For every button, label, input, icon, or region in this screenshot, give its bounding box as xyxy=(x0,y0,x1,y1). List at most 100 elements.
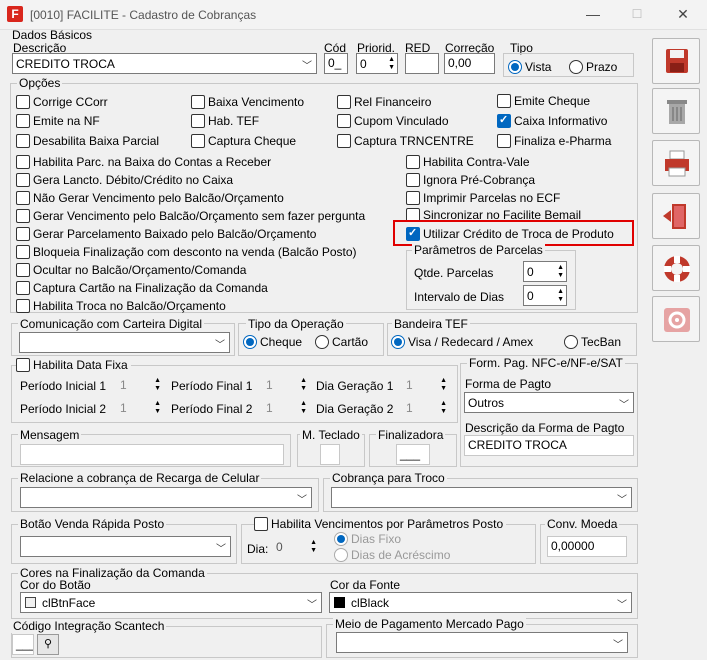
cupom-vinculado-checkbox[interactable]: Cupom Vinculado xyxy=(337,114,449,128)
imprimir-parcelas-ecf-checkbox[interactable]: Imprimir Parcelas no ECF xyxy=(406,191,560,205)
finalizadora-input[interactable]: ___ xyxy=(396,444,430,465)
dia-geracao-2-spinner[interactable]: 1 ▲ ▼ xyxy=(403,398,449,419)
corrige-ccorr-checkbox[interactable]: Corrige CCorr xyxy=(16,95,108,109)
finaliza-epharma-checkbox[interactable]: Finaliza e-Pharma xyxy=(497,134,611,148)
recarga-combo[interactable]: ﹀ xyxy=(20,487,312,508)
periodo-inicial-1-spinner[interactable]: 1 ▲ ▼ xyxy=(117,375,163,396)
captura-cartao-comanda-checkbox[interactable]: Captura Cartão na Finalização da Comanda xyxy=(16,281,268,295)
ignora-pre-cobranca-checkbox[interactable]: Ignora Pré-Cobrança xyxy=(406,173,535,187)
cheque-radio[interactable]: Cheque xyxy=(243,335,302,349)
emite-cheque-checkbox[interactable]: Emite Cheque xyxy=(497,94,590,108)
dias-acrescimo-radio[interactable]: Dias de Acréscimo xyxy=(334,548,450,562)
periodo-final-2-spinner[interactable]: 1 ▲ ▼ xyxy=(263,398,309,419)
habilita-vencimentos-checkbox[interactable]: Habilita Vencimentos por Parâmetros Post… xyxy=(254,517,507,531)
m-teclado-input[interactable] xyxy=(320,444,340,465)
binoculars-icon[interactable]: ⚲ xyxy=(37,634,59,655)
save-button[interactable] xyxy=(652,38,700,84)
dia-geracao-2-label: Dia Geração 2 xyxy=(316,402,394,416)
spin-up-icon[interactable]: ▲ xyxy=(388,56,395,64)
nao-gerar-vencimento-checkbox[interactable]: Não Gerar Vencimento pelo Balcão/Orçamen… xyxy=(16,191,284,205)
ocultar-balcao-checkbox[interactable]: Ocultar no Balcão/Orçamento/Comanda xyxy=(16,263,246,277)
gerar-parcelamento-baixado-checkbox[interactable]: Gerar Parcelamento Baixado pelo Balcão/O… xyxy=(16,227,316,241)
conv-moeda-input[interactable]: 0,00000 xyxy=(547,536,627,557)
descricao-combo[interactable]: CREDITO TROCA ﹀ xyxy=(12,53,317,74)
habilita-troca-checkbox[interactable]: Habilita Troca no Balcão/Orçamento xyxy=(16,299,226,313)
close-icon[interactable]: ✕ xyxy=(672,4,694,24)
gera-lancto-checkbox[interactable]: Gera Lancto. Débito/Crédito no Caixa xyxy=(16,173,233,187)
correcao-input[interactable]: 0,00 xyxy=(444,53,495,74)
cor-fonte-combo[interactable]: clBlack ﹀ xyxy=(329,592,632,613)
troco-combo[interactable]: ﹀ xyxy=(331,487,632,508)
tipo-vista-radio[interactable]: Vista xyxy=(508,60,551,74)
captura-trncentre-checkbox[interactable]: Captura TRNCENTRE xyxy=(337,134,474,148)
periodo-final-1-spinner[interactable]: 1 ▲ ▼ xyxy=(263,375,309,396)
spin-up-icon[interactable]: ▲ xyxy=(440,400,447,408)
forma-pagto-combo[interactable]: Outros ﹀ xyxy=(464,392,634,413)
prioridade-spinner[interactable]: 0 ▲ ▼ xyxy=(356,53,398,74)
baixa-vencimento-checkbox[interactable]: Baixa Vencimento xyxy=(191,95,304,109)
minimize-icon[interactable]: — xyxy=(582,4,604,24)
tecban-radio[interactable]: TecBan xyxy=(564,335,621,349)
qtde-parcelas-spinner[interactable]: 0 ▲ ▼ xyxy=(523,261,567,282)
spin-up-icon[interactable]: ▲ xyxy=(310,539,317,547)
bloqueia-finalizacao-checkbox[interactable]: Bloqueia Finalização com desconto na ven… xyxy=(16,245,357,259)
mercado-pago-combo[interactable]: ﹀ xyxy=(336,632,628,653)
desabilita-baixa-parcial-checkbox[interactable]: Desabilita Baixa Parcial xyxy=(16,134,159,148)
spin-up-icon[interactable]: ▲ xyxy=(154,377,161,385)
botao-venda-combo[interactable]: ﹀ xyxy=(20,536,231,557)
dias-fixo-radio[interactable]: Dias Fixo xyxy=(334,532,401,546)
dia-spinner[interactable]: 0 ▲ ▼ xyxy=(273,537,319,558)
captura-cheque-checkbox[interactable]: Captura Cheque xyxy=(191,134,296,148)
cartao-radio[interactable]: Cartão xyxy=(315,335,368,349)
intervalo-dias-spinner[interactable]: 0 ▲ ▼ xyxy=(523,285,567,306)
nfce-legend: Form. Pag. NFC-e/NF-e/SAT xyxy=(467,356,625,370)
habilita-data-fixa-checkbox[interactable]: Habilita Data Fixa xyxy=(16,358,131,372)
rel-financeiro-checkbox[interactable]: Rel Financeiro xyxy=(337,95,431,109)
spin-down-icon[interactable]: ▼ xyxy=(310,547,317,555)
spin-down-icon[interactable]: ▼ xyxy=(440,408,447,416)
periodo-inicial-2-spinner[interactable]: 1 ▲ ▼ xyxy=(117,398,163,419)
hab-tef-checkbox[interactable]: Hab. TEF xyxy=(191,114,259,128)
spin-down-icon[interactable]: ▼ xyxy=(557,296,564,304)
spin-down-icon[interactable]: ▼ xyxy=(440,385,447,393)
spin-down-icon[interactable]: ▼ xyxy=(154,408,161,416)
periodo-final-1-value: 1 xyxy=(266,378,273,392)
desc-forma-pagto-input[interactable]: CREDITO TROCA xyxy=(464,435,634,456)
spin-down-icon[interactable]: ▼ xyxy=(154,385,161,393)
periodo-inicial-2-value: 1 xyxy=(120,401,127,415)
spin-down-icon[interactable]: ▼ xyxy=(300,385,307,393)
spin-down-icon[interactable]: ▼ xyxy=(388,64,395,72)
chevron-down-icon: ﹀ xyxy=(297,495,307,506)
spin-up-icon[interactable]: ▲ xyxy=(557,264,564,272)
spin-up-icon[interactable]: ▲ xyxy=(440,377,447,385)
print-button[interactable] xyxy=(652,140,700,186)
dia-geracao-1-spinner[interactable]: 1 ▲ ▼ xyxy=(403,375,449,396)
spin-down-icon[interactable]: ▼ xyxy=(557,272,564,280)
app-icon: F xyxy=(7,6,23,22)
spin-up-icon[interactable]: ▲ xyxy=(154,400,161,408)
red-input[interactable] xyxy=(405,53,439,74)
finalizadora-legend: Finalizadora xyxy=(376,428,446,442)
spin-up-icon[interactable]: ▲ xyxy=(300,377,307,385)
cor-botao-combo[interactable]: clBtnFace ﹀ xyxy=(20,592,322,613)
emite-nf-checkbox[interactable]: Emite na NF xyxy=(16,114,100,128)
botao-venda-legend: Botão Venda Rápida Posto xyxy=(18,517,167,531)
help-button[interactable] xyxy=(652,245,700,291)
habilita-contra-vale-checkbox[interactable]: Habilita Contra-Vale xyxy=(406,155,530,169)
delete-button[interactable] xyxy=(652,88,700,134)
habilita-parc-baixa-checkbox[interactable]: Habilita Parc. na Baixa do Contas a Rece… xyxy=(16,155,271,169)
maximize-icon[interactable]: ☐ xyxy=(626,4,648,24)
spin-up-icon[interactable]: ▲ xyxy=(300,400,307,408)
mensagem-input[interactable] xyxy=(20,444,284,465)
cod-input[interactable]: 0_ xyxy=(324,53,348,74)
tipo-prazo-radio[interactable]: Prazo xyxy=(569,60,617,74)
exit-button[interactable] xyxy=(652,193,700,239)
comunicacao-combo[interactable]: ﹀ xyxy=(19,332,230,353)
visa-radio[interactable]: Visa / Redecard / Amex xyxy=(391,335,533,349)
settings-button[interactable] xyxy=(652,296,700,342)
gerar-vencimento-sem-pergunta-checkbox[interactable]: Gerar Vencimento pelo Balcão/Orçamento s… xyxy=(16,209,365,223)
spin-up-icon[interactable]: ▲ xyxy=(557,288,564,296)
caixa-informativo-checkbox[interactable]: Caixa Informativo xyxy=(497,113,607,128)
spin-down-icon[interactable]: ▼ xyxy=(300,408,307,416)
scantech-input[interactable]: ___ xyxy=(12,634,34,655)
